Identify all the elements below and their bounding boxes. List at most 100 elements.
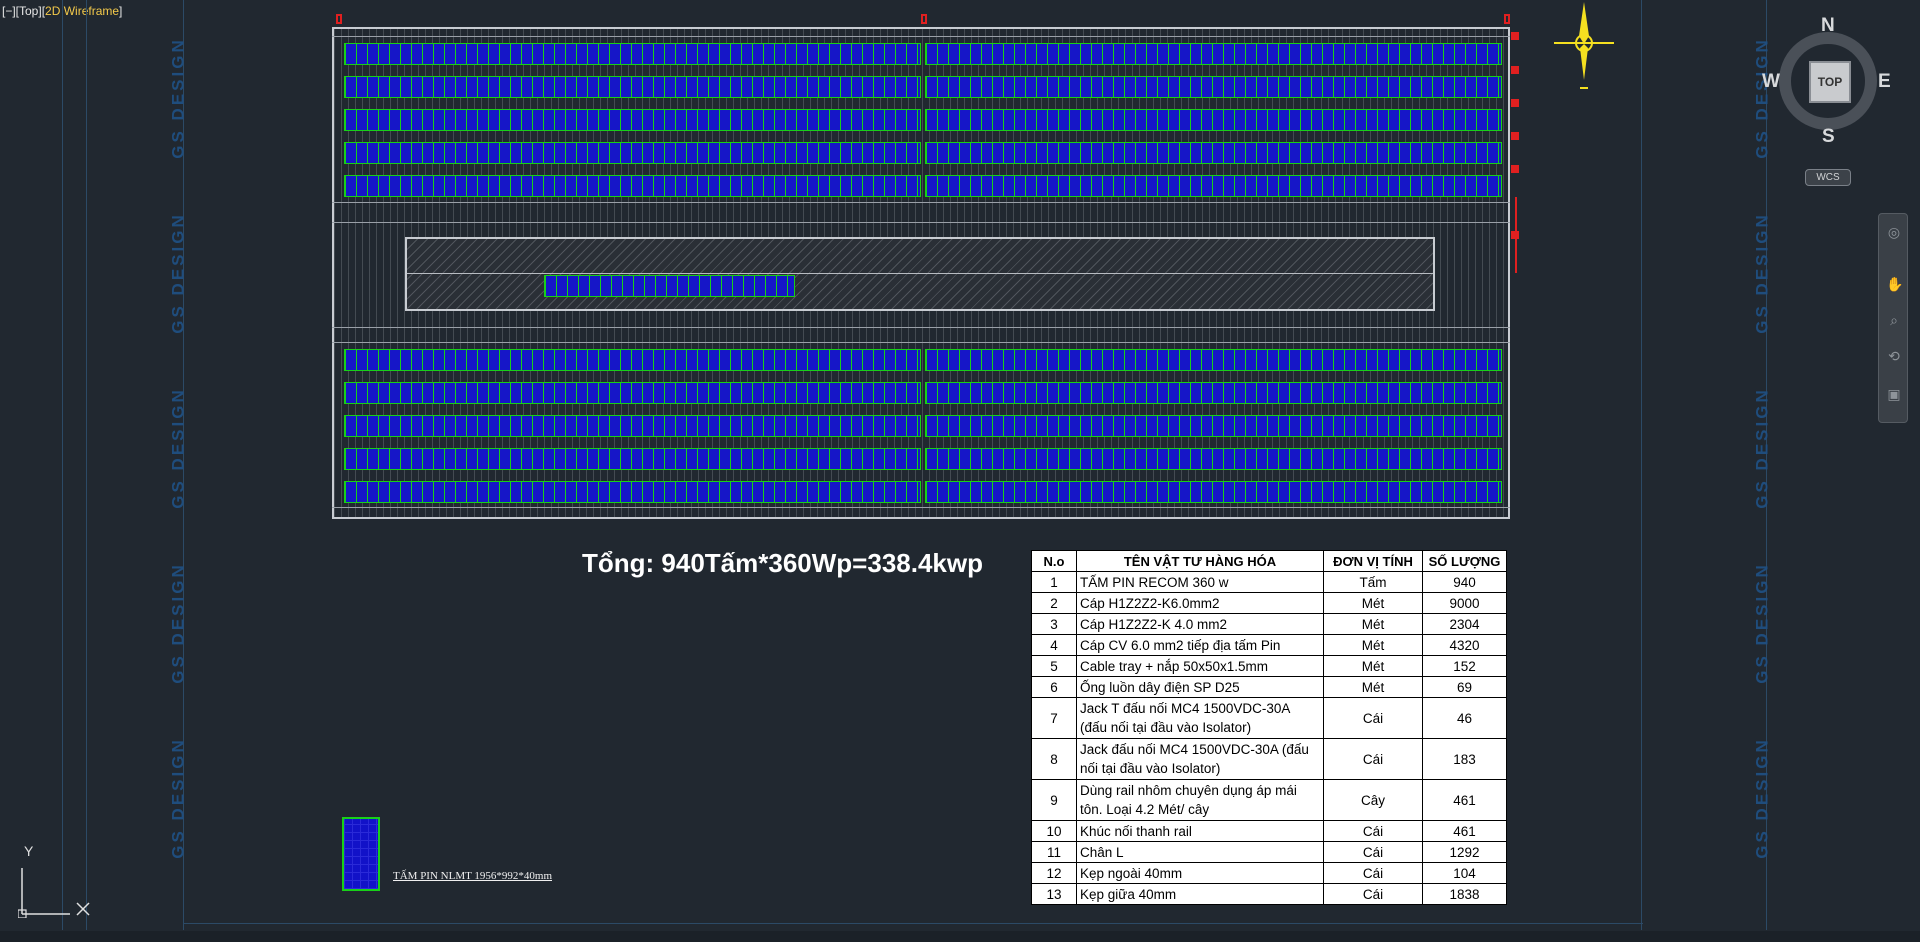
bom-row: 9 Dùng rail nhôm chuyên dụng áp mái tôn. …: [1031, 779, 1507, 821]
bom-cell-name: Jack đấu nối MC4 1500VDC-30A (đấu nối tạ…: [1076, 738, 1324, 780]
visual-style-label[interactable]: 2D Wireframe: [45, 4, 119, 18]
dimension-tick[interactable]: [1511, 231, 1519, 239]
panel-row[interactable]: [344, 415, 921, 437]
panel-row[interactable]: [925, 448, 1502, 470]
pan-icon[interactable]: ✋: [1886, 276, 1903, 292]
dimension-tick[interactable]: [1511, 165, 1519, 173]
purlin-line: [332, 342, 1510, 343]
panel-row-ridge[interactable]: [544, 275, 795, 297]
bom-cell-qty: 46: [1422, 697, 1507, 739]
dimension-tick[interactable]: [1511, 99, 1519, 107]
purlin-line: [332, 222, 1510, 223]
panel-row[interactable]: [344, 382, 921, 404]
bom-cell-no: 5: [1031, 655, 1077, 677]
panel-row[interactable]: [344, 109, 921, 131]
wcs-menu-button[interactable]: WCS: [1805, 169, 1851, 186]
bom-cell-name: Cable tray + nắp 50x50x1.5mm: [1076, 655, 1324, 677]
bom-cell-qty: 940: [1422, 571, 1507, 593]
bom-cell-name: Kẹp ngoài 40mm: [1076, 862, 1324, 884]
legend-panel-symbol[interactable]: [342, 817, 380, 891]
viewcube[interactable]: TOP N S E W: [1762, 15, 1891, 147]
bom-cell-no: 8: [1031, 738, 1077, 780]
panel-row[interactable]: [344, 76, 921, 98]
dimension-marker[interactable]: [921, 14, 927, 24]
bom-header-row: N.o TÊN VẬT TƯ HÀNG HÓA ĐƠN VỊ TÍNH SỐ L…: [1031, 550, 1507, 572]
bom-cell-no: 4: [1031, 634, 1077, 656]
bom-cell-qty: 2304: [1422, 613, 1507, 635]
panel-row[interactable]: [344, 175, 921, 197]
bom-row: 1 TẤM PIN RECOM 360 w Tấm 940: [1031, 571, 1507, 593]
bom-cell-unit: Cái: [1323, 738, 1423, 780]
bom-cell-no: 9: [1031, 779, 1077, 821]
bom-row: 7 Jack T đấu nối MC4 1500VDC-30A (đấu nối…: [1031, 697, 1507, 739]
bom-table[interactable]: N.o TÊN VẬT TƯ HÀNG HÓA ĐƠN VỊ TÍNH SỐ L…: [1031, 550, 1507, 905]
bom-header-qty: SỐ LƯỢNG: [1422, 550, 1507, 572]
bom-cell-unit: Mét: [1323, 592, 1423, 614]
bom-cell-qty: 9000: [1422, 592, 1507, 614]
roof-plan[interactable]: [332, 27, 1510, 519]
bom-cell-no: 7: [1031, 697, 1077, 739]
panel-row[interactable]: [344, 481, 921, 503]
bom-header-no: N.o: [1031, 550, 1077, 572]
frame-line-left-inner: [86, 0, 87, 930]
bom-cell-name: Chân L: [1076, 841, 1324, 863]
panel-row[interactable]: [925, 76, 1502, 98]
panel-row[interactable]: [925, 481, 1502, 503]
frame-line-left-outer: [62, 0, 63, 930]
panel-row[interactable]: [344, 142, 921, 164]
panel-row[interactable]: [925, 109, 1502, 131]
watermark-left-3: GS DESIGN: [168, 387, 188, 509]
showmotion-icon[interactable]: ▣: [1886, 386, 1902, 402]
bom-row: 5 Cable tray + nắp 50x50x1.5mm Mét 152: [1031, 655, 1507, 677]
orbit-icon[interactable]: ⟲: [1886, 348, 1902, 364]
purlin-line: [332, 36, 1510, 37]
dimension-marker[interactable]: [336, 14, 342, 24]
bom-table-body: 1 TẤM PIN RECOM 360 w Tấm 940 2 Cáp H1Z2Z2-K6…: [1031, 571, 1507, 905]
panel-row[interactable]: [344, 448, 921, 470]
dimension-tick[interactable]: [1511, 66, 1519, 74]
bom-cell-unit: Mét: [1323, 613, 1423, 635]
roof-ridge-skylight[interactable]: [405, 237, 1435, 311]
frame-line-bottom: [183, 923, 1643, 924]
panel-row[interactable]: [925, 43, 1502, 65]
panel-row[interactable]: [925, 349, 1502, 371]
purlin-line: [332, 507, 1510, 508]
viewcube-east[interactable]: E: [1878, 71, 1891, 93]
bom-row: 11 Chân L Cái 1292: [1031, 841, 1507, 863]
bom-cell-name: Cáp H1Z2Z2-K6.0mm2: [1076, 592, 1324, 614]
navigation-bar[interactable]: ◎ ✋ ⌕ ⟲ ▣: [1878, 213, 1908, 423]
bom-cell-unit: Mét: [1323, 634, 1423, 656]
bom-cell-no: 3: [1031, 613, 1077, 635]
zoom-icon[interactable]: ⌕: [1886, 312, 1902, 328]
panel-row[interactable]: [344, 43, 921, 65]
steering-wheel-icon[interactable]: ◎: [1886, 224, 1902, 240]
bom-row: 6 Ống luồn dây điện SP D25 Mét 69: [1031, 676, 1507, 698]
bom-row: 2 Cáp H1Z2Z2-K6.0mm2 Mét 9000: [1031, 592, 1507, 614]
viewcube-north[interactable]: N: [1821, 15, 1835, 37]
bom-cell-qty: 461: [1422, 779, 1507, 821]
bom-cell-no: 2: [1031, 592, 1077, 614]
viewcube-top-face[interactable]: TOP: [1809, 61, 1851, 103]
bom-cell-name: Cáp H1Z2Z2-K 4.0 mm2: [1076, 613, 1324, 635]
watermark-left-5: GS DESIGN: [168, 737, 188, 859]
panel-row[interactable]: [344, 349, 921, 371]
bom-cell-name: Dùng rail nhôm chuyên dụng áp mái tôn. L…: [1076, 779, 1324, 821]
panel-row[interactable]: [925, 415, 1502, 437]
bom-cell-no: 6: [1031, 676, 1077, 698]
bom-cell-name: Jack T đấu nối MC4 1500VDC-30A (đấu nối …: [1076, 697, 1324, 739]
north-arrow-icon[interactable]: [1548, 0, 1620, 92]
watermark-left-4: GS DESIGN: [168, 562, 188, 684]
dimension-marker[interactable]: [1504, 14, 1510, 24]
bom-cell-qty: 461: [1422, 820, 1507, 842]
panel-row[interactable]: [925, 382, 1502, 404]
viewcube-west[interactable]: W: [1762, 71, 1780, 93]
viewport-bracket-prefix[interactable]: [−][Top][: [2, 4, 45, 18]
panel-row[interactable]: [925, 175, 1502, 197]
dimension-tick[interactable]: [1511, 132, 1519, 140]
purlin-line: [332, 327, 1510, 328]
panel-row[interactable]: [925, 142, 1502, 164]
dimension-tick[interactable]: [1511, 32, 1519, 40]
bom-cell-unit: Cái: [1323, 820, 1423, 842]
viewcube-south[interactable]: S: [1822, 126, 1835, 148]
bom-cell-unit: Mét: [1323, 676, 1423, 698]
